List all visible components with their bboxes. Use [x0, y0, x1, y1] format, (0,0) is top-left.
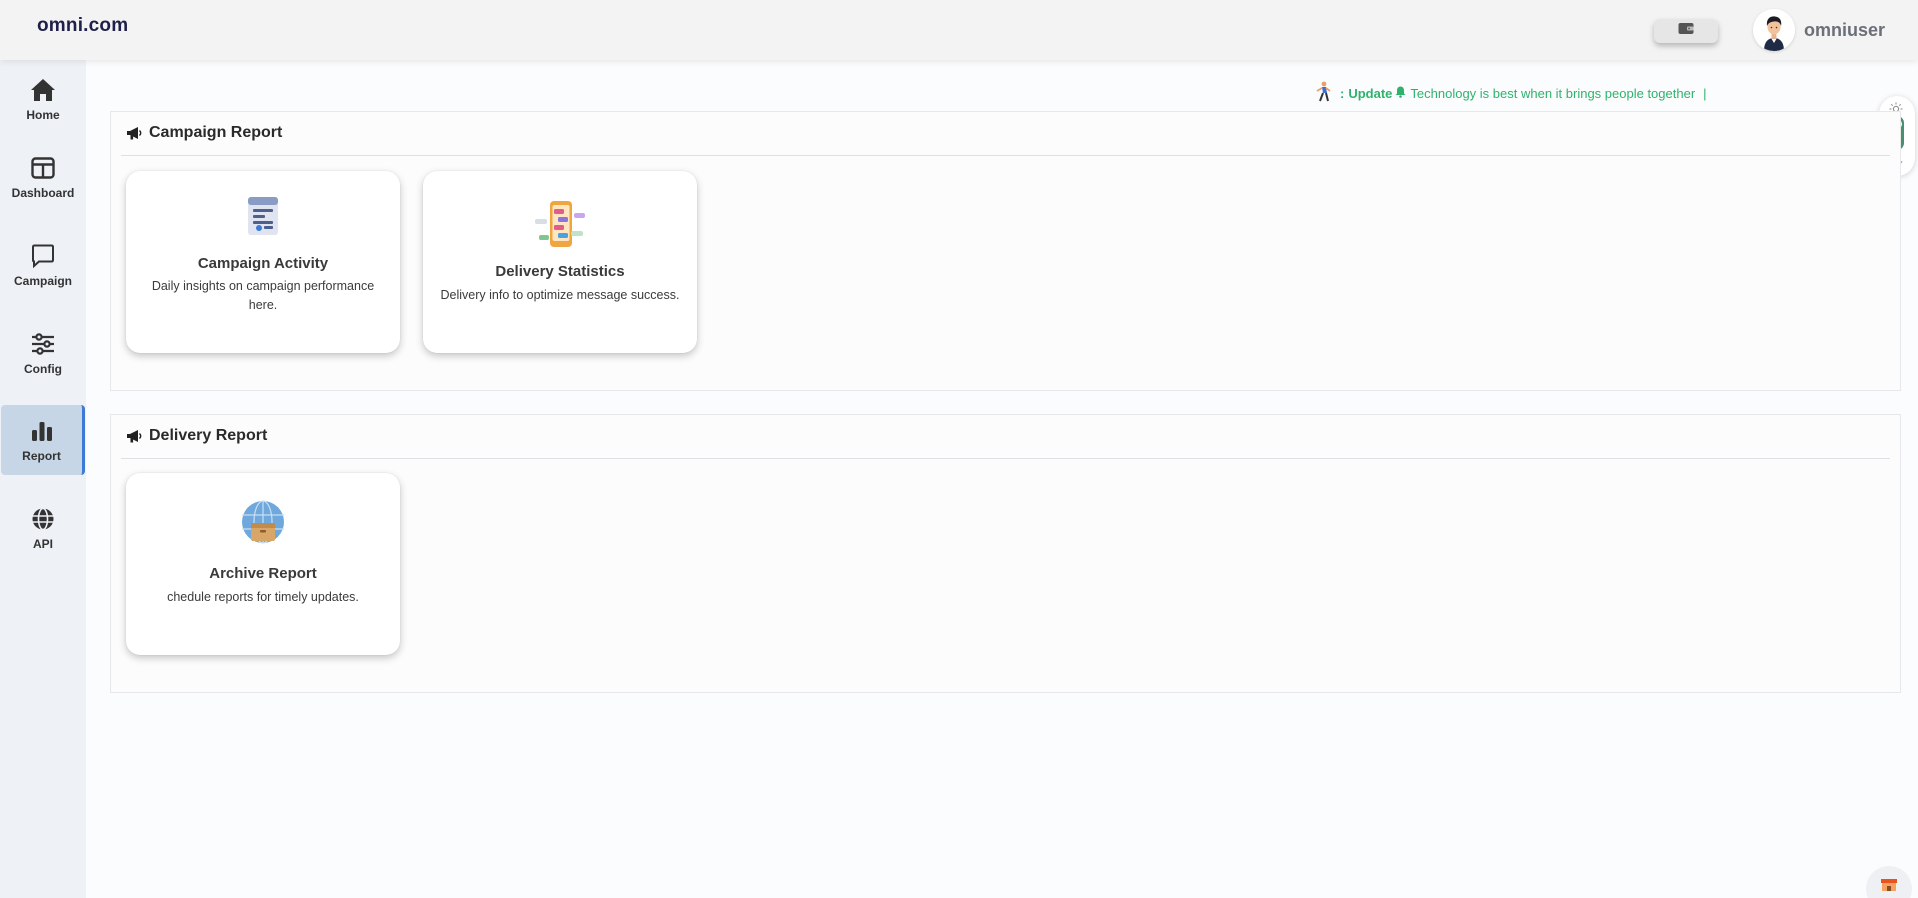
delivery-report-panel: Delivery Report Archive Report chedule r…	[110, 414, 1901, 693]
wallet-icon	[1678, 22, 1694, 40]
card-description: Daily insights on campaign performance h…	[151, 279, 375, 312]
sidebar-item-label: Report	[22, 449, 61, 463]
card-title: Campaign Activity	[197, 255, 329, 272]
card-description: chedule reports for timely updates.	[167, 590, 359, 604]
sidebar-item-home[interactable]: Home	[0, 64, 86, 134]
mobile-statistics-icon	[423, 199, 697, 251]
support-chat-button[interactable]	[1866, 866, 1912, 898]
panel-title-text: Delivery Report	[149, 427, 268, 444]
home-icon	[30, 76, 56, 104]
top-header: omni.com omniuser	[0, 0, 1918, 60]
ticker-update-label: Update	[1348, 85, 1393, 101]
card-title: Archive Report	[209, 565, 317, 582]
panel-divider	[121, 458, 1890, 459]
panel-title: Delivery Report	[126, 427, 267, 445]
campaign-activity-card[interactable]: Campaign Activity Daily insights on camp…	[126, 171, 400, 353]
sidebar: Home Dashboard Campaign Config Report AP…	[0, 60, 86, 898]
ticker-message: Technology is best when it brings people…	[1410, 85, 1696, 101]
sidebar-item-campaign[interactable]: Campaign	[0, 230, 86, 300]
panel-title: Campaign Report	[126, 124, 282, 142]
sidebar-item-dashboard[interactable]: Dashboard	[0, 142, 86, 212]
sidebar-item-label: Home	[26, 108, 60, 122]
sidebar-item-label: Campaign	[13, 274, 72, 288]
sidebar-item-label: Config	[24, 362, 62, 376]
globe-icon	[31, 505, 55, 533]
sidebar-item-label: API	[32, 537, 53, 551]
sliders-icon	[31, 330, 55, 358]
news-ticker: : Update Technology is best when it brin…	[1314, 80, 1707, 106]
chat-icon	[31, 242, 55, 270]
wallet-button[interactable]	[1654, 19, 1718, 43]
brand-logo[interactable]: omni.com	[37, 15, 128, 37]
dashboard-icon	[31, 154, 55, 182]
archive-globe-icon	[126, 499, 400, 545]
ticker-prefix: :	[1340, 85, 1345, 101]
avatar[interactable]	[1753, 9, 1795, 51]
username[interactable]: omniuser	[1804, 20, 1885, 41]
megaphone-icon	[126, 126, 143, 140]
card-title: Delivery Statistics	[495, 263, 625, 280]
bell-icon	[1395, 86, 1406, 101]
sidebar-item-report[interactable]: Report	[1, 405, 85, 475]
sidebar-item-label: Dashboard	[11, 186, 75, 200]
panel-divider	[121, 155, 1890, 156]
card-description: Delivery info to optimize message succes…	[440, 288, 680, 302]
archive-report-card[interactable]: Archive Report chedule reports for timel…	[126, 473, 400, 655]
megaphone-icon	[126, 429, 143, 443]
store-icon	[1880, 878, 1898, 897]
report-document-icon	[126, 195, 400, 237]
delivery-statistics-card[interactable]: Delivery Statistics Delivery info to opt…	[423, 171, 697, 353]
ticker-cursor: |	[1703, 85, 1707, 101]
running-man-icon	[1314, 81, 1332, 106]
campaign-report-panel: Campaign Report Campaign Activity Daily …	[110, 111, 1901, 391]
sidebar-item-config[interactable]: Config	[0, 318, 86, 388]
bar-chart-icon	[31, 417, 53, 445]
panel-title-text: Campaign Report	[149, 124, 283, 141]
sidebar-item-api[interactable]: API	[0, 493, 86, 563]
